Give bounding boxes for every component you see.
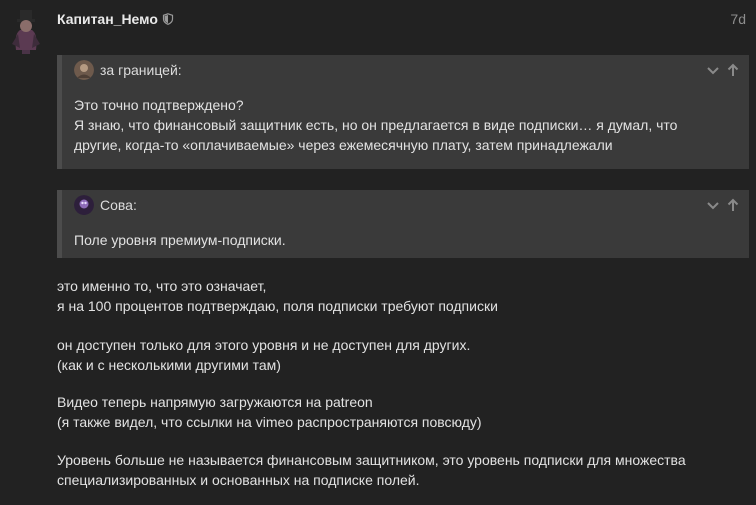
post-paragraph: Видео теперь напрямую загружаются на pat…: [57, 392, 747, 432]
quote-author: Сова:: [100, 197, 137, 213]
quote-header[interactable]: за границей:: [62, 55, 749, 85]
quote-line: Я знаю, что финансовый защитник есть, но…: [74, 117, 678, 133]
post-line: (как и с несколькими другими там): [57, 357, 281, 373]
quote-body: Это точно подтверждено? Я знаю, что фина…: [62, 85, 749, 167]
quote-author: за границей:: [100, 62, 182, 78]
post-line: я на 100 процентов подтверждаю, поля под…: [57, 298, 498, 314]
quote-header[interactable]: Сова:: [62, 190, 749, 220]
quote-body: Поле уровня премиум-подписки.: [62, 220, 749, 262]
quote-line: Это точно подтверждено?: [74, 97, 244, 113]
arrow-up-icon[interactable]: [725, 197, 741, 213]
post-line: это именно то, что это означает,: [57, 278, 267, 294]
post-line: Видео теперь напрямую загружаются на pat…: [57, 394, 373, 410]
quote-block: Сова: Поле уровня премиум-подписки.: [57, 190, 749, 258]
quote-line: Поле уровня премиум-подписки.: [74, 232, 286, 248]
post-line: специализированных и основанных на подпи…: [57, 472, 420, 488]
post-paragraph: Уровень больше не называется финансовым …: [57, 450, 747, 490]
quote-line: другие, когда-то «оплачиваемые» через еж…: [74, 137, 613, 153]
quote-author-avatar[interactable]: [74, 195, 94, 215]
arrow-up-icon[interactable]: [725, 62, 741, 78]
post-header: Капитан_Немо 7d: [57, 9, 746, 29]
post-paragraph: он доступен только для этого уровня и не…: [57, 335, 747, 375]
chevron-down-icon[interactable]: [705, 197, 721, 213]
shield-icon: [162, 13, 173, 25]
post-line: Уровень больше не называется финансовым …: [57, 452, 686, 468]
post-time[interactable]: 7d: [730, 11, 746, 27]
username[interactable]: Капитан_Немо: [57, 11, 158, 27]
post-line: (я также видел, что ссылки на vimeo расп…: [57, 414, 482, 430]
chevron-down-icon[interactable]: [705, 62, 721, 78]
user-avatar[interactable]: [4, 4, 48, 56]
post-line: он доступен только для этого уровня и не…: [57, 337, 471, 353]
quote-author-avatar[interactable]: [74, 60, 94, 80]
quote-block: за границей: Это точно подтверждено? Я з…: [57, 55, 749, 169]
post-paragraph: это именно то, что это означает, я на 10…: [57, 276, 747, 316]
